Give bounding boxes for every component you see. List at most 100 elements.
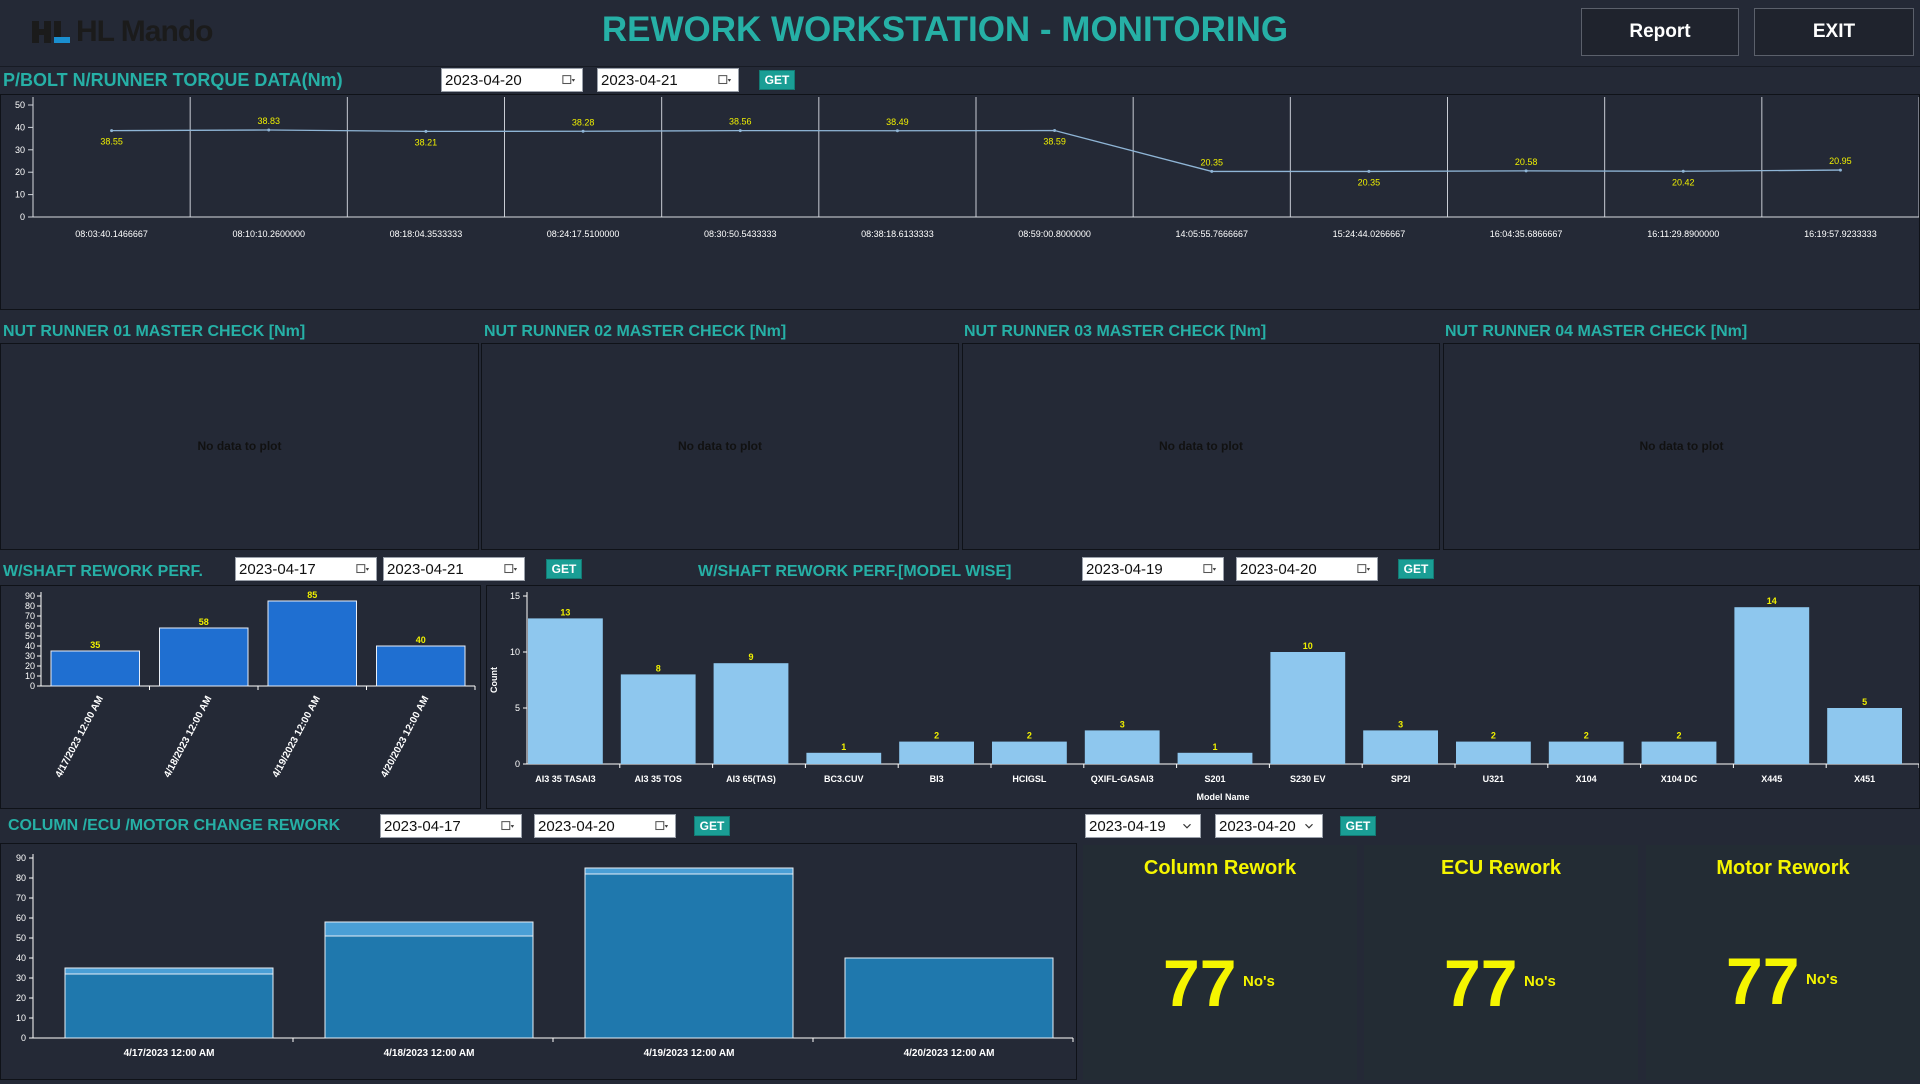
y-tick-label: 80 xyxy=(16,873,26,883)
no-data-message: No data to plot xyxy=(197,438,282,453)
bar xyxy=(1827,708,1902,764)
y-tick-label: 30 xyxy=(25,651,35,661)
ecu-rework-card: ECU Rework 77 No's xyxy=(1364,845,1638,1080)
data-label: 1 xyxy=(841,742,846,752)
chevron-down-icon[interactable] xyxy=(1302,818,1316,834)
data-point xyxy=(1838,168,1842,172)
summary-get-button[interactable]: GET xyxy=(1340,816,1376,836)
torque-from-date[interactable]: 2023-04-20 xyxy=(441,68,583,92)
report-button[interactable]: Report xyxy=(1581,8,1739,56)
y-tick-label: 20 xyxy=(15,167,25,177)
data-label: 2 xyxy=(1584,731,1589,741)
y-tick-label: 0 xyxy=(20,212,25,222)
date-value: 2023-04-17 xyxy=(384,817,461,835)
data-label: 2 xyxy=(1491,731,1496,741)
bar xyxy=(1456,741,1531,764)
data-label: 20.35 xyxy=(1200,157,1223,167)
nutrunner-01-chart: No data to plot xyxy=(0,343,479,550)
nutrunner-02-title: NUT RUNNER 02 MASTER CHECK [Nm] xyxy=(484,323,787,340)
calendar-dropdown-icon[interactable] xyxy=(504,561,518,577)
wshaft-from-date[interactable]: 2023-04-17 xyxy=(235,557,377,581)
calendar-dropdown-icon[interactable] xyxy=(562,72,576,88)
x-tick-label: HCIGSL xyxy=(1012,774,1047,784)
page-title: REWORK WORKSTATION - MONITORING xyxy=(601,10,1289,49)
card-value: 77 xyxy=(1444,946,1518,1020)
x-tick-label: 4/19/2023 12:00 AM xyxy=(644,1048,735,1059)
calendar-dropdown-icon[interactable] xyxy=(501,818,515,834)
column-from-date[interactable]: 2023-04-17 xyxy=(380,814,522,838)
wshaft-title: W/SHAFT REWORK PERF. xyxy=(3,563,203,580)
y-tick-label: 50 xyxy=(16,933,26,943)
torque-get-button[interactable]: GET xyxy=(759,70,795,90)
y-tick-label: 80 xyxy=(25,601,35,611)
bar xyxy=(376,645,466,687)
data-label: 2 xyxy=(1676,731,1681,741)
y-tick-label: 50 xyxy=(25,631,35,641)
data-label: 20.35 xyxy=(1358,177,1381,187)
x-tick-label: 4/18/2023 12:00 AM xyxy=(162,694,214,779)
data-label: 9 xyxy=(748,652,753,662)
x-tick-label: 08:18:04.3533333 xyxy=(390,229,463,239)
card-value: 77 xyxy=(1163,946,1237,1020)
wshaft-get-button[interactable]: GET xyxy=(546,559,582,579)
x-tick-label: BI3 xyxy=(930,774,944,784)
logo-text: HL Mando xyxy=(76,15,213,48)
x-tick-label: SP2I xyxy=(1391,774,1411,784)
bar xyxy=(1177,752,1253,764)
chevron-down-icon[interactable] xyxy=(1180,818,1194,834)
bar xyxy=(899,741,974,764)
data-point xyxy=(1681,169,1685,173)
wshaft-to-date[interactable]: 2023-04-21 xyxy=(383,557,525,581)
data-label: 38.83 xyxy=(257,116,280,126)
data-point xyxy=(1524,169,1528,173)
y-tick-label: 10 xyxy=(510,647,520,657)
x-tick-label: 16:11:29.8900000 xyxy=(1647,229,1719,239)
y-tick-label: 30 xyxy=(15,145,25,155)
y-axis-label: Count xyxy=(489,667,499,693)
nutrunner-01-title: NUT RUNNER 01 MASTER CHECK [Nm] xyxy=(3,323,306,340)
wshaft-model-chart-panel: 0 5 10 15 Count Model Name 13 AI3 35 TASAI3 8 AI3… xyxy=(486,585,1920,809)
y-tick-label: 10 xyxy=(25,671,35,681)
card-unit: No's xyxy=(1524,973,1556,990)
wshaft-bar-chart: 0102030405060708090354/17/2023 12:00 AM5… xyxy=(25,590,476,780)
column-get-button[interactable]: GET xyxy=(694,816,730,836)
calendar-dropdown-icon[interactable] xyxy=(655,818,669,834)
data-label: 38.55 xyxy=(100,137,123,147)
x-tick-label: BC3.CUV xyxy=(824,774,864,784)
x-tick-label: QXIFL-GASAI3 xyxy=(1091,774,1154,784)
wshaft-model-from-date[interactable]: 2023-04-19 xyxy=(1082,557,1224,581)
calendar-dropdown-icon[interactable] xyxy=(718,72,732,88)
x-tick-label: 16:04:35.6866667 xyxy=(1490,229,1563,239)
column-ecu-title: COLUMN /ECU /MOTOR CHANGE REWORK xyxy=(8,817,341,834)
hl-logo-icon xyxy=(32,21,70,43)
nutrunner-04-chart: No data to plot xyxy=(1443,343,1920,550)
summary-from-date[interactable]: 2023-04-19 xyxy=(1085,814,1201,838)
data-label: 5 xyxy=(1862,697,1867,707)
bar xyxy=(1270,652,1346,764)
date-value: 2023-04-21 xyxy=(387,560,464,578)
card-title: ECU Rework xyxy=(1440,857,1562,879)
x-tick-label: 14:05:55.7666667 xyxy=(1175,229,1248,239)
calendar-dropdown-icon[interactable] xyxy=(356,561,370,577)
x-tick-label: 4/20/2023 12:00 AM xyxy=(379,694,431,779)
x-tick-label: 08:59:00.8000000 xyxy=(1018,229,1091,239)
column-to-date[interactable]: 2023-04-20 xyxy=(534,814,676,838)
date-value: 2023-04-20 xyxy=(1219,817,1296,835)
x-tick-label: 4/20/2023 12:00 AM xyxy=(904,1048,995,1059)
motor-rework-card: Motor Rework 77 No's xyxy=(1646,845,1920,1080)
y-tick-label: 5 xyxy=(515,703,520,713)
calendar-dropdown-icon[interactable] xyxy=(1203,561,1217,577)
calendar-dropdown-icon[interactable] xyxy=(1357,561,1371,577)
y-tick-label: 10 xyxy=(16,1013,26,1023)
data-label: 2 xyxy=(1027,731,1032,741)
wshaft-model-to-date[interactable]: 2023-04-20 xyxy=(1236,557,1378,581)
wshaft-model-get-button[interactable]: GET xyxy=(1398,559,1434,579)
y-tick-label: 10 xyxy=(15,190,25,200)
summary-to-date[interactable]: 2023-04-20 xyxy=(1215,814,1323,838)
column-ecu-stacked-bar-chart: 0 10 20 30 40 50 60 70 80 90 4/17/2023 12:00 AM 4/1… xyxy=(16,853,1074,1059)
no-data-message: No data to plot xyxy=(1159,438,1243,453)
exit-button[interactable]: EXIT xyxy=(1754,8,1914,56)
data-label: 2 xyxy=(934,731,939,741)
y-tick-label: 0 xyxy=(21,1033,26,1043)
torque-to-date[interactable]: 2023-04-21 xyxy=(597,68,739,92)
